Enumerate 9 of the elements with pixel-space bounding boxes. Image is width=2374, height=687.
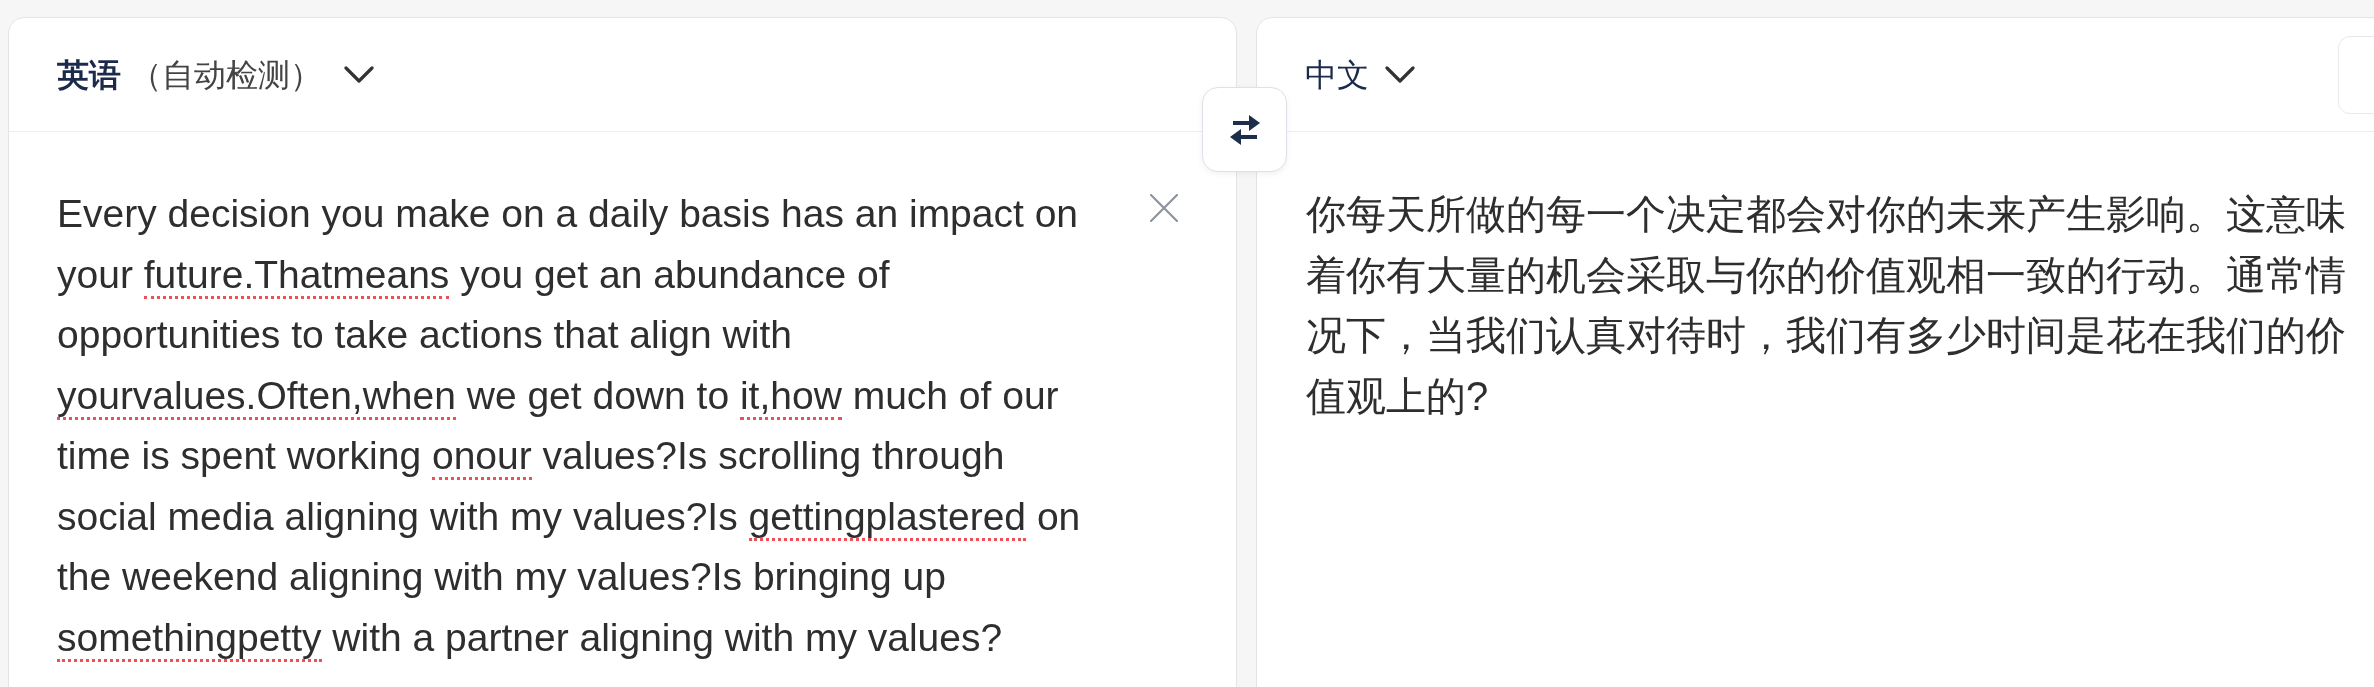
chevron-down-icon — [343, 65, 374, 84]
source-text-input[interactable]: Every decision you make on a daily basis has an impact on your future.Thatmeans you get an abundance of opportunities to take actions that align with yourvalues.Often,when we get down to it,how much of our time is spent working onour values?Is scrolling through social media aligning with my values?Is gettingplastered on the weekend aligning with my values?Is bringing up somethingpetty with a partner aligning with my values? — [57, 184, 1097, 668]
close-icon — [1150, 194, 1178, 222]
translation-text: 你每天所做的每一个决定都会对你的未来产生影响。这意味着你有大量的机会采取与你的价值观相一致的行动。通常情况下，当我们认真对待时，我们有多少时间是花在我们的价值观上的? — [1306, 191, 2347, 420]
swap-languages-button[interactable] — [1202, 87, 1287, 172]
chevron-down-icon — [1385, 65, 1415, 84]
target-language-selector[interactable]: 中文 — [1305, 54, 1415, 95]
source-language-selector[interactable]: 英语 （自动检测） — [57, 54, 374, 95]
clear-button[interactable] — [1148, 192, 1180, 224]
